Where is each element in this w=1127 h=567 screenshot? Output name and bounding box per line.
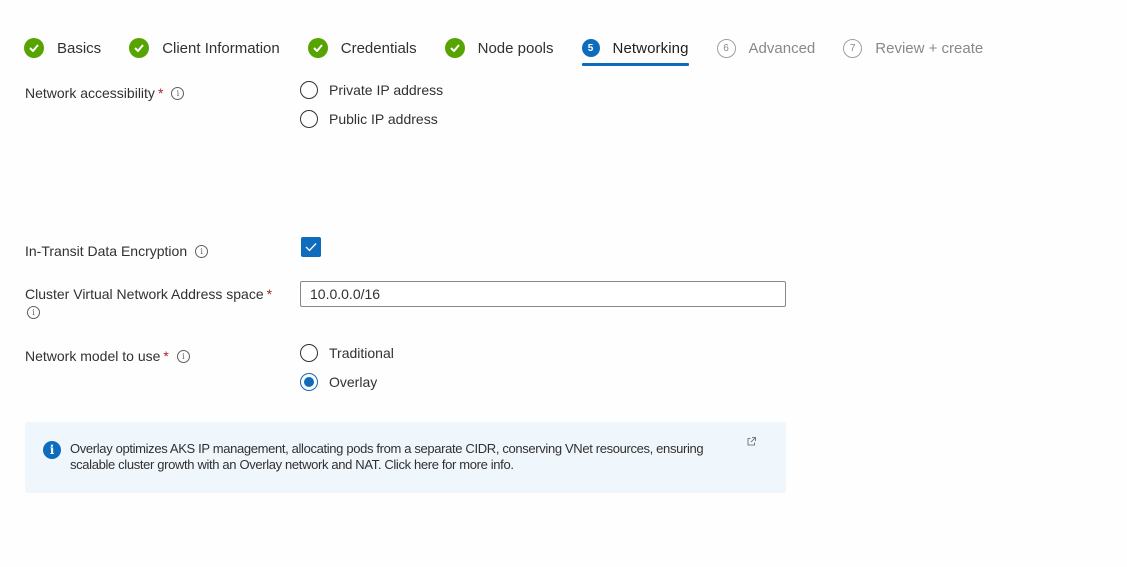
radio-circle[interactable] [300, 110, 318, 128]
required-mark: * [163, 348, 169, 364]
info-icon[interactable]: i [27, 306, 40, 319]
info-banner-text[interactable]: Overlay optimizes AKS IP management, all… [70, 441, 750, 473]
radio-circle[interactable] [300, 344, 318, 362]
info-icon[interactable]: i [171, 86, 185, 100]
network-accessibility-label: Network accessibility * i [25, 85, 185, 101]
info-icon[interactable]: i [195, 244, 209, 258]
radio-private-ip[interactable]: Private IP address [300, 81, 443, 99]
label-text: In-Transit Data Encryption [25, 243, 188, 259]
radio-circle[interactable] [300, 373, 318, 391]
tab-networking[interactable]: 5 Networking [581, 36, 689, 66]
step-label: Client Information [162, 39, 280, 57]
tab-review-create[interactable]: 7 Review + create [843, 36, 983, 60]
step-label: Networking [612, 39, 689, 57]
in-transit-encryption-label: In-Transit Data Encryption i [25, 243, 209, 259]
checkmark-icon [129, 38, 150, 58]
step-number-badge: 6 [716, 38, 736, 58]
wizard-steps: Basics Client Information Credentials No… [24, 36, 1011, 66]
radio-overlay[interactable]: Overlay [300, 373, 377, 391]
required-mark: * [266, 286, 273, 302]
radio-label: Overlay [329, 374, 378, 390]
checkmark-icon [305, 243, 317, 252]
label-text: Network accessibility [25, 85, 155, 101]
address-space-label: Cluster Virtual Network Address space * [25, 286, 272, 302]
info-icon[interactable]: i [176, 349, 190, 363]
checkmark-icon [307, 38, 328, 58]
tab-credentials[interactable]: Credentials [307, 36, 417, 60]
step-number-badge: 5 [581, 39, 600, 57]
label-text: Network model to use [25, 348, 161, 364]
tab-basics[interactable]: Basics [24, 36, 101, 60]
step-label: Review + create [875, 39, 984, 57]
radio-label: Traditional [329, 345, 394, 361]
info-icon: i [43, 441, 61, 459]
tab-client-information[interactable]: Client Information [129, 36, 280, 60]
in-transit-encryption-checkbox[interactable] [301, 237, 321, 257]
checkmark-icon [444, 38, 465, 58]
step-label: Advanced [748, 39, 816, 57]
step-label: Node pools [477, 39, 554, 57]
required-mark: * [157, 85, 164, 101]
label-text: Cluster Virtual Network Address space [25, 286, 264, 302]
radio-label: Private IP address [329, 82, 444, 98]
tab-advanced[interactable]: 6 Advanced [716, 36, 816, 60]
network-model-label: Network model to use * i [25, 348, 190, 364]
checkmark-icon [24, 38, 44, 58]
tab-node-pools[interactable]: Node pools [444, 36, 554, 60]
radio-traditional[interactable]: Traditional [300, 344, 394, 362]
overlay-info-banner[interactable]: i Overlay optimizes AKS IP management, a… [25, 422, 786, 493]
step-label: Basics [57, 39, 102, 57]
step-number-badge: 7 [843, 38, 863, 58]
radio-label: Public IP address [329, 111, 438, 127]
radio-public-ip[interactable]: Public IP address [300, 110, 438, 128]
radio-circle[interactable] [300, 81, 318, 99]
address-space-input[interactable] [300, 281, 786, 307]
step-label: Credentials [340, 39, 417, 57]
external-link-icon[interactable] [747, 433, 756, 451]
